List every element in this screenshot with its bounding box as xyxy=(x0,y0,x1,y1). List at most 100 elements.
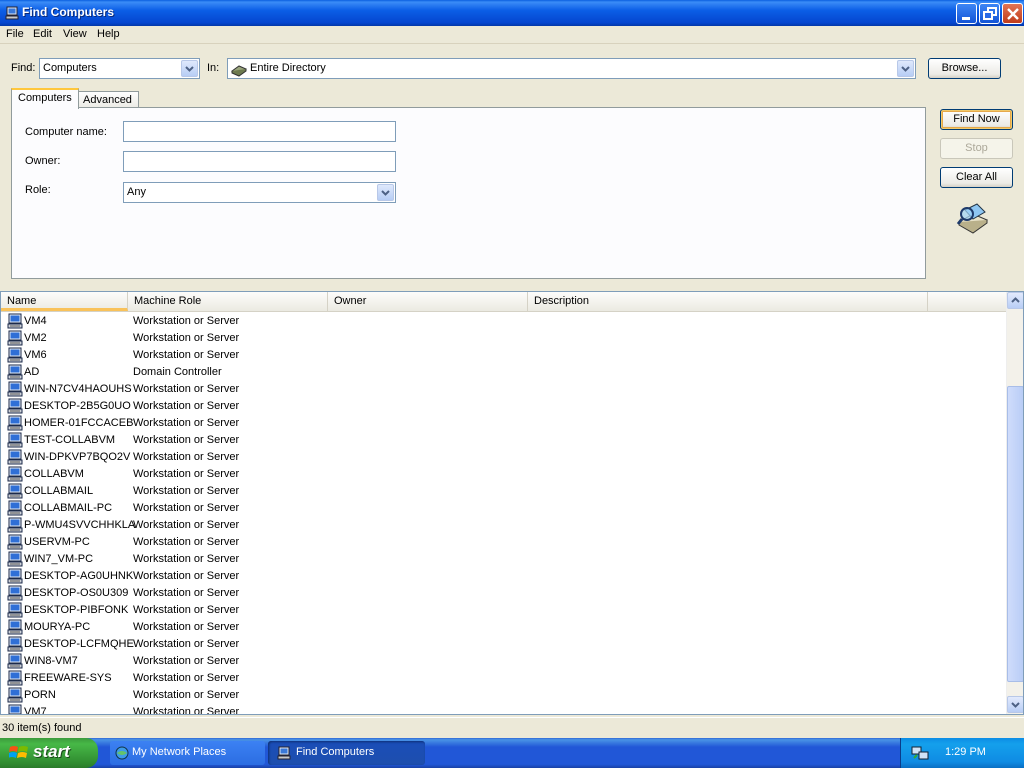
cell-machine-role: Workstation or Server xyxy=(133,587,240,599)
table-row[interactable]: USERVM-PC Workstation or Server xyxy=(1,534,1007,551)
title-bar[interactable]: Find Computers xyxy=(0,0,1024,26)
cell-name: DESKTOP-AG0UHNK xyxy=(24,570,134,582)
scope-select[interactable]: Entire Directory xyxy=(227,58,916,79)
tab-computers[interactable]: Computers xyxy=(11,88,79,109)
table-row[interactable]: PORN Workstation or Server xyxy=(1,687,1007,704)
chevron-down-icon[interactable] xyxy=(181,60,198,77)
table-row[interactable]: DESKTOP-AG0UHNK Workstation or Server xyxy=(1,568,1007,585)
cell-machine-role: Workstation or Server xyxy=(133,468,240,480)
computer-name-label: Computer name: xyxy=(25,126,107,138)
start-button[interactable]: start xyxy=(0,738,98,768)
table-row[interactable]: VM6 Workstation or Server xyxy=(1,347,1007,364)
find-type-select[interactable]: Computers xyxy=(39,58,200,79)
cell-name: WIN-N7CV4HAOUHS xyxy=(24,383,132,395)
computer-icon xyxy=(7,500,23,516)
cell-name: DESKTOP-PIBFONK xyxy=(24,604,129,616)
table-row[interactable]: WIN7_VM-PC Workstation or Server xyxy=(1,551,1007,568)
scroll-thumb[interactable] xyxy=(1007,386,1023,682)
table-row[interactable]: DESKTOP-2B5G0UO Workstation or Server xyxy=(1,398,1007,415)
table-row[interactable]: MOURYA-PC Workstation or Server xyxy=(1,619,1007,636)
scroll-down-button[interactable] xyxy=(1007,696,1023,713)
table-row[interactable]: COLLABVM Workstation or Server xyxy=(1,466,1007,483)
table-row[interactable]: COLLABMAIL-PC Workstation or Server xyxy=(1,500,1007,517)
column-header-owner[interactable]: Owner xyxy=(328,292,528,311)
stop-button[interactable]: Stop xyxy=(940,138,1013,159)
chevron-down-icon[interactable] xyxy=(377,184,394,201)
scroll-up-button[interactable] xyxy=(1007,292,1023,309)
computer-icon xyxy=(7,568,23,584)
cell-name: WIN-DPKVP7BQO2V xyxy=(24,451,131,463)
taskbar-item-my-network-places[interactable]: My Network Places xyxy=(110,741,265,765)
cell-machine-role: Workstation or Server xyxy=(133,689,240,701)
taskbar-item-find-computers[interactable]: Find Computers xyxy=(268,741,425,765)
menu-file[interactable]: File xyxy=(6,28,24,40)
table-row[interactable]: VM4 Workstation or Server xyxy=(1,313,1007,330)
network-places-icon xyxy=(115,746,129,760)
chevron-down-icon[interactable] xyxy=(897,60,914,77)
close-button[interactable] xyxy=(1002,3,1023,24)
table-row[interactable]: AD Domain Controller xyxy=(1,364,1007,381)
cell-name: WIN7_VM-PC xyxy=(24,553,94,565)
cell-machine-role: Workstation or Server xyxy=(133,519,240,531)
browse-button[interactable]: Browse... xyxy=(928,58,1001,79)
computer-icon xyxy=(7,432,23,448)
table-row[interactable]: VM2 Workstation or Server xyxy=(1,330,1007,347)
computer-icon xyxy=(7,585,23,601)
find-computer-icon xyxy=(277,746,291,760)
computer-icon xyxy=(7,687,23,703)
vertical-scrollbar[interactable] xyxy=(1006,292,1023,714)
restore-button[interactable] xyxy=(979,3,1000,24)
table-row[interactable]: DESKTOP-LCFMQHE Workstation or Server xyxy=(1,636,1007,653)
menu-bar: File Edit View Help xyxy=(0,26,1024,44)
table-row[interactable]: DESKTOP-PIBFONK Workstation or Server xyxy=(1,602,1007,619)
chevron-up-icon xyxy=(1011,297,1020,303)
computer-name-input[interactable] xyxy=(123,121,396,142)
cell-name: DESKTOP-2B5G0UO xyxy=(24,400,131,412)
scope-value: Entire Directory xyxy=(250,62,326,74)
table-row[interactable]: COLLABMAIL Workstation or Server xyxy=(1,483,1007,500)
computer-icon xyxy=(8,704,22,714)
results-list[interactable]: Name Machine Role Owner Description VM4 W… xyxy=(0,291,1024,715)
owner-input[interactable] xyxy=(123,151,396,172)
role-select[interactable]: Any xyxy=(123,182,396,203)
minimize-button[interactable] xyxy=(956,3,977,24)
close-icon xyxy=(1007,8,1019,20)
cell-machine-role: Workstation or Server xyxy=(133,451,240,463)
role-label: Role: xyxy=(25,184,51,196)
find-now-button[interactable]: Find Now xyxy=(940,109,1013,130)
computer-icon xyxy=(7,551,23,567)
computer-icon xyxy=(7,313,23,329)
menu-view[interactable]: View xyxy=(63,28,87,40)
restore-icon xyxy=(983,7,997,20)
table-row[interactable]: WIN-N7CV4HAOUHS Workstation or Server xyxy=(1,381,1007,398)
table-row[interactable]: HOMER-01FCCACEB Workstation or Server xyxy=(1,415,1007,432)
taskbar: start My Network Places Find Computers 1… xyxy=(0,738,1024,768)
table-row[interactable]: WIN8-VM7 Workstation or Server xyxy=(1,653,1007,670)
clear-all-button[interactable]: Clear All xyxy=(940,167,1013,188)
table-row[interactable]: FREEWARE-SYS Workstation or Server xyxy=(1,670,1007,687)
column-header-name[interactable]: Name xyxy=(1,292,128,311)
cell-machine-role: Workstation or Server xyxy=(133,315,240,327)
computers-tab-panel: Computer name: Owner: Role: Any xyxy=(11,107,926,279)
column-header-machine-role[interactable]: Machine Role xyxy=(128,292,328,311)
table-row[interactable]: VM7 Workstation or Server xyxy=(1,704,1007,715)
cell-machine-role: Workstation or Server xyxy=(133,706,240,715)
table-row[interactable]: P-WMU4SVVCHHKLA Workstation or Server xyxy=(1,517,1007,534)
task-label: Find Computers xyxy=(296,746,375,758)
find-type-value: Computers xyxy=(43,62,97,74)
menu-help[interactable]: Help xyxy=(97,28,120,40)
table-row[interactable]: DESKTOP-OS0U309 Workstation or Server xyxy=(1,585,1007,602)
in-label: In: xyxy=(207,62,220,74)
minimize-icon xyxy=(962,17,970,20)
result-rows: VM4 Workstation or Server VM2 Workstation o… xyxy=(1,313,1007,715)
table-row[interactable]: TEST-COLLABVM Workstation or Server xyxy=(1,432,1007,449)
computer-icon xyxy=(7,381,23,397)
table-row[interactable]: WIN-DPKVP7BQO2V Workstation or Server xyxy=(1,449,1007,466)
column-header-description[interactable]: Description xyxy=(528,292,928,311)
cell-machine-role: Workstation or Server xyxy=(133,332,240,344)
cell-machine-role: Workstation or Server xyxy=(133,502,240,514)
computer-icon xyxy=(7,398,23,414)
cell-name: TEST-COLLABVM xyxy=(24,434,116,446)
menu-edit[interactable]: Edit xyxy=(33,28,52,40)
network-icon[interactable] xyxy=(911,745,929,761)
